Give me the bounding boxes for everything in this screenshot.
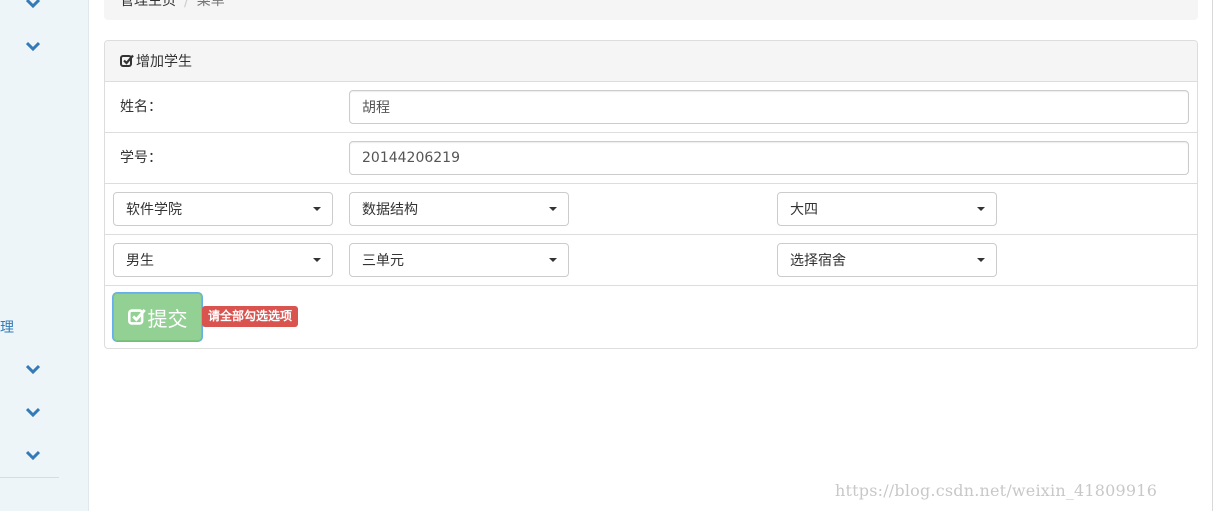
panel-heading: 增加学生 (105, 41, 1197, 82)
student-id-label: 学号： (120, 150, 162, 166)
sidebar-divider (0, 477, 59, 478)
course-select-value: 数据结构 (362, 202, 418, 218)
breadcrumb-current: 菜单 (196, 0, 225, 9)
grade-select[interactable]: 大四 (777, 192, 997, 226)
check-square-icon (120, 54, 134, 68)
breadcrumb-home-link[interactable]: 管理主页 (120, 0, 176, 10)
gender-select[interactable]: 男生 (113, 243, 333, 277)
caret-down-icon (977, 258, 985, 262)
dorm-select-value: 选择宿舍 (790, 253, 846, 269)
scrollbar-track[interactable] (1212, 0, 1213, 511)
breadcrumb: 管理主页 / 菜单 (104, 0, 1198, 20)
caret-down-icon (549, 258, 557, 262)
submit-button[interactable]: 提交 (113, 293, 202, 341)
unit-select-value: 三单元 (362, 253, 404, 269)
college-select[interactable]: 软件学院 (113, 192, 333, 226)
sidebar: 理 (0, 0, 89, 511)
chevron-down-icon[interactable] (24, 39, 42, 53)
panel-title: 增加学生 (136, 54, 192, 70)
gender-select-value: 男生 (126, 253, 154, 269)
breadcrumb-separator: / (184, 0, 189, 10)
chevron-down-icon[interactable] (24, 448, 42, 462)
caret-down-icon (977, 207, 985, 211)
name-input[interactable] (349, 90, 1189, 124)
warning-badge: 请全部勾选选项 (202, 306, 299, 327)
student-id-row: 学号： (105, 133, 1197, 184)
dorm-select[interactable]: 选择宿舍 (777, 243, 997, 277)
select-row-1: 软件学院 数据结构 大四 (105, 184, 1197, 235)
select-row-2: 男生 三单元 选择宿舍 (105, 235, 1197, 286)
name-label: 姓名： (120, 99, 162, 115)
check-square-icon (127, 308, 146, 326)
student-id-input[interactable] (349, 141, 1189, 175)
name-row: 姓名： (105, 82, 1197, 133)
unit-select[interactable]: 三单元 (349, 243, 569, 277)
chevron-down-icon[interactable] (24, 0, 42, 10)
submit-button-label: 提交 (147, 306, 188, 331)
chevron-down-icon[interactable] (24, 405, 42, 419)
caret-down-icon (313, 258, 321, 262)
caret-down-icon (313, 207, 321, 211)
college-select-value: 软件学院 (126, 202, 182, 218)
add-student-panel: 增加学生 姓名： 学号： 软件学院 数据结构 大四 男生 三单元 (104, 40, 1198, 349)
caret-down-icon (549, 207, 557, 211)
grade-select-value: 大四 (790, 202, 818, 218)
sidebar-item-label[interactable]: 理 (0, 319, 14, 337)
submit-row: 提交 请全部勾选选项 (105, 286, 1197, 348)
course-select[interactable]: 数据结构 (349, 192, 569, 226)
watermark: https://blog.csdn.net/weixin_41809916 (835, 481, 1158, 500)
chevron-down-icon[interactable] (24, 362, 42, 376)
